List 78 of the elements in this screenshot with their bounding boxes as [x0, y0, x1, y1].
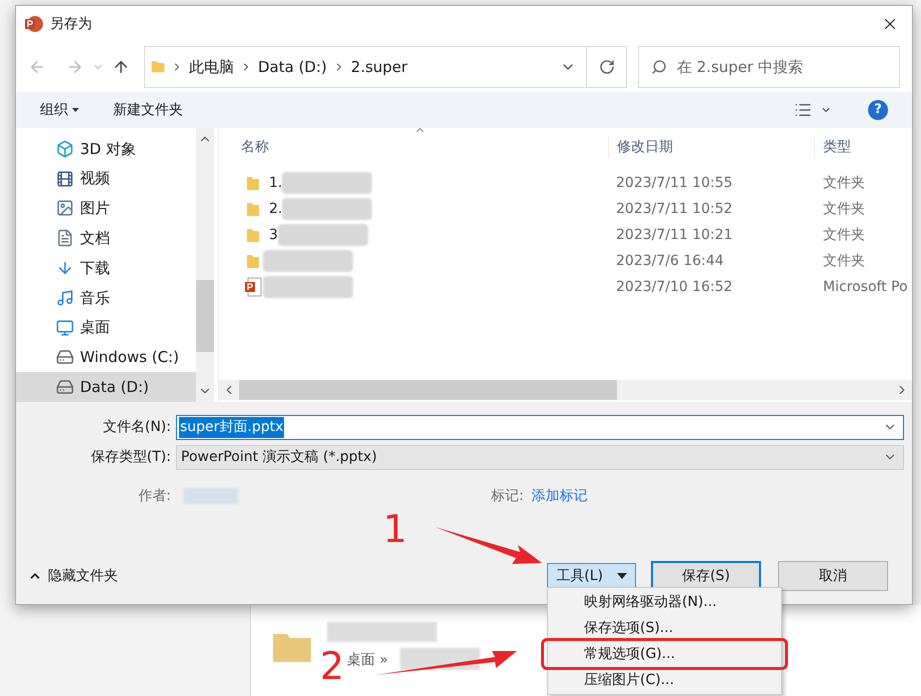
- column-header[interactable]: 名称: [241, 136, 608, 158]
- navigation-item[interactable]: 视频: [16, 164, 196, 194]
- search-icon: [651, 59, 667, 75]
- tags-label: 标记:: [491, 486, 524, 506]
- file-type: 文件夹: [822, 226, 865, 244]
- menu-item[interactable]: 保存选项(S)...: [548, 615, 781, 641]
- help-icon[interactable]: ?: [868, 100, 888, 120]
- breadcrumb-text: 桌面 »: [347, 651, 388, 670]
- navigation-item[interactable]: 桌面: [16, 312, 196, 342]
- file-type: Microsoft Po: [822, 278, 908, 296]
- powerpoint-file-icon: [244, 277, 262, 297]
- file-name[interactable]: 1.: [269, 172, 282, 194]
- folder-icon: [246, 201, 260, 217]
- annotation-number: 2: [320, 647, 344, 685]
- refresh-icon: [598, 59, 614, 75]
- add-tag-link[interactable]: 添加标记: [532, 486, 588, 506]
- breadcrumb-item[interactable]: Data (D:): [258, 56, 327, 78]
- menu-item[interactable]: 常规选项(G)...: [544, 641, 785, 667]
- file-type: 文件夹: [822, 200, 865, 218]
- scrollbar-thumb[interactable]: [196, 280, 214, 352]
- menu-item[interactable]: 压缩图片(C)...: [548, 667, 781, 693]
- navigation-item[interactable]: 文档: [16, 223, 196, 254]
- document-icon: [56, 229, 74, 248]
- navigation-item[interactable]: 3D 对象: [16, 134, 196, 164]
- column-header[interactable]: 类型: [814, 136, 851, 158]
- caret-icon: [72, 108, 79, 112]
- music-note-icon: [56, 288, 74, 307]
- horizontal-scrollbar[interactable]: [219, 380, 912, 400]
- breadcrumb-item[interactable]: 此电脑: [189, 56, 234, 78]
- scrollbar-thumb[interactable]: [239, 380, 617, 400]
- modified-date: 2023/7/10 16:52: [615, 278, 734, 296]
- picture-icon: [56, 199, 74, 218]
- film-icon: [56, 170, 74, 188]
- annotation-number: 1: [383, 510, 408, 548]
- monitor-icon: [56, 318, 74, 337]
- navigation-item[interactable]: 音乐: [16, 282, 196, 313]
- modified-date: 2023/7/11 10:21: [615, 226, 734, 244]
- file-type-dropdown[interactable]: PowerPoint 演示文稿 (*.pptx): [176, 444, 904, 470]
- folder-icon: [246, 227, 260, 243]
- file-type-label: 保存类型(T):: [90, 448, 171, 466]
- caret-icon: [617, 573, 627, 579]
- search-input[interactable]: 在 2.super 中搜索: [677, 56, 877, 78]
- folder-icon: [151, 59, 165, 75]
- modified-date: 2023/7/6 16:44: [615, 252, 725, 270]
- powerpoint-app-icon: [24, 14, 44, 34]
- organize-button[interactable]: 组织: [40, 100, 79, 120]
- view-options-icon[interactable]: [794, 101, 812, 119]
- filename-label: 文件名(N):: [102, 418, 171, 436]
- search-field[interactable]: 在 2.super 中搜索: [638, 46, 900, 88]
- file-name[interactable]: 3: [269, 224, 278, 246]
- folder-icon: [246, 175, 260, 191]
- drive-icon: [56, 378, 74, 396]
- cube-icon: [56, 140, 74, 158]
- file-name[interactable]: 2.: [269, 198, 282, 220]
- navigation-item[interactable]: Data (D:): [16, 372, 196, 402]
- window-title: 另存为: [50, 14, 92, 34]
- file-type: 文件夹: [822, 252, 865, 270]
- file-type: 文件夹: [822, 174, 865, 192]
- breadcrumb-item[interactable]: 2.super: [350, 56, 408, 78]
- filename-field[interactable]: super封面.pptx: [176, 414, 904, 440]
- tools-button[interactable]: 工具(L): [547, 563, 636, 589]
- modified-date: 2023/7/11 10:52: [615, 200, 734, 218]
- address-bar[interactable]: 此电脑 Data (D:) 2.super: [144, 46, 627, 88]
- navigation-item[interactable]: 下载: [16, 253, 196, 283]
- author-label: 作者:: [137, 486, 171, 506]
- new-folder-button[interactable]: 新建文件夹: [113, 100, 183, 120]
- menu-item[interactable]: 映射网络驱动器(N)...: [548, 589, 781, 615]
- navigation-item[interactable]: 图片: [16, 194, 196, 224]
- blurred-author: [183, 488, 238, 504]
- cancel-button[interactable]: 取消: [778, 561, 888, 591]
- navigation-item[interactable]: Windows (C:): [16, 342, 196, 372]
- hide-folders-toggle[interactable]: 隐藏文件夹: [28, 566, 118, 586]
- modified-date: 2023/7/11 10:55: [615, 174, 734, 192]
- folder-icon: [246, 253, 260, 269]
- drive-icon: [56, 348, 74, 366]
- folder-icon: [273, 632, 311, 662]
- column-header[interactable]: 修改日期: [608, 136, 814, 158]
- vertical-scrollbar[interactable]: [196, 128, 214, 402]
